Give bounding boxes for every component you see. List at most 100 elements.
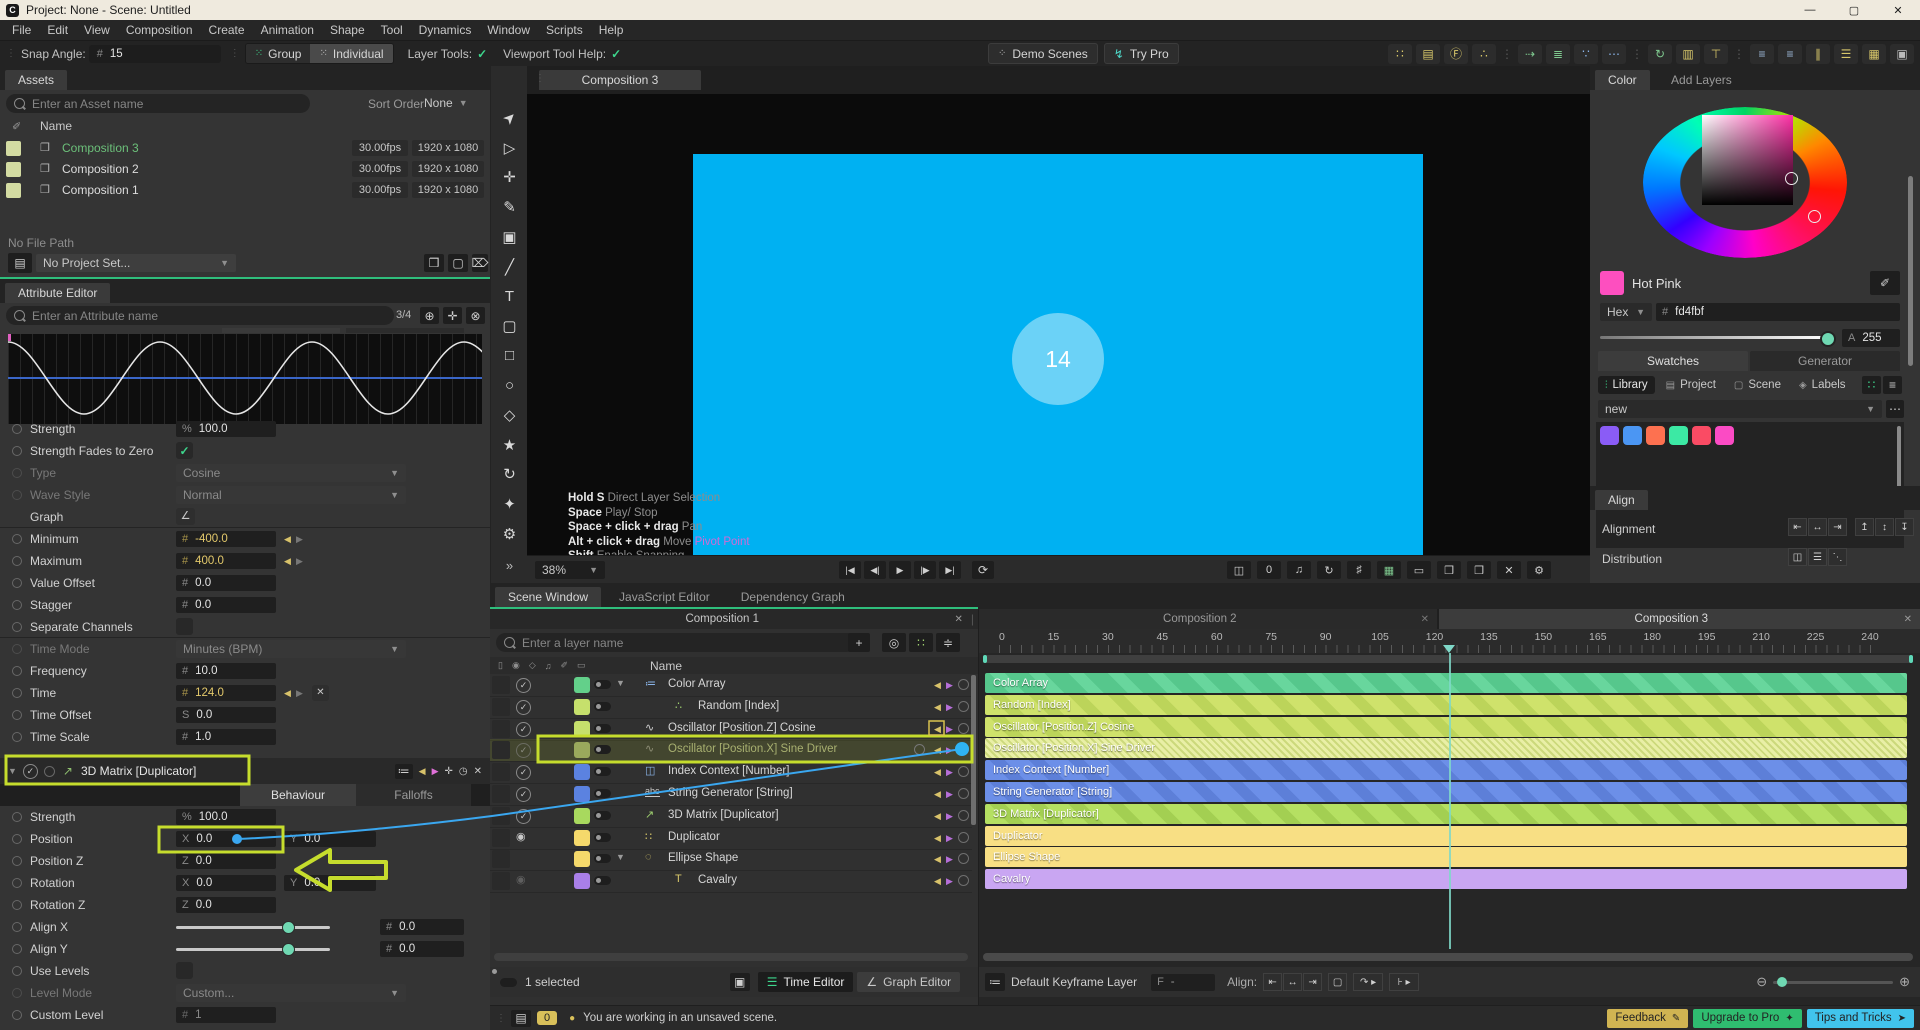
- keyframe-layer-icon[interactable]: ≔: [985, 973, 1005, 991]
- asset-color-swatch[interactable]: [6, 183, 21, 198]
- tool-pen-tool-icon[interactable]: ✎: [491, 195, 528, 219]
- layer-name[interactable]: Oscillator [Position.Z] Cosine: [668, 722, 816, 734]
- message-count-badge[interactable]: 0: [537, 1011, 558, 1025]
- layer-row[interactable]: ✓ ◫ Index Context [Number] ◀ ▶: [490, 761, 972, 785]
- ease-curve-button[interactable]: ↷ ▸: [1353, 973, 1384, 991]
- layer-toggle-icon[interactable]: [594, 810, 611, 820]
- attribute-dot-icon[interactable]: [12, 732, 22, 742]
- layer-color-swatch[interactable]: [574, 873, 590, 890]
- value-field[interactable]: #124.0: [176, 685, 276, 701]
- align-align-top-icon[interactable]: ↥: [1855, 518, 1874, 536]
- layer-row[interactable]: ✓ abc String Generator [String] ◀ ▶: [490, 783, 972, 806]
- layer-name[interactable]: Color Array: [668, 678, 726, 690]
- layer-toggle-icon[interactable]: [594, 680, 611, 689]
- menu-shape[interactable]: Shape: [322, 23, 373, 37]
- toolbar-trim-icon[interactable]: ⊤: [1704, 43, 1728, 64]
- layer-color-swatch[interactable]: [574, 786, 590, 802]
- tab-swatches[interactable]: Swatches: [1598, 351, 1748, 371]
- keyframe-circle-icon[interactable]: [958, 831, 969, 843]
- eyedropper-button[interactable]: ✐: [1870, 271, 1900, 295]
- stopwatch-icon[interactable]: ◷: [459, 766, 468, 777]
- toolbar-motion-path-icon[interactable]: ⇢: [1518, 43, 1542, 64]
- layer-color-swatch[interactable]: [574, 764, 590, 781]
- layer-row[interactable]: ▼ ◌ Ellipse Shape ◀ ▶: [490, 848, 972, 872]
- align-align-h-center-icon[interactable]: ↔: [1808, 518, 1827, 536]
- align-keys-right-button[interactable]: ⇥: [1303, 973, 1323, 991]
- panel-scrollbar[interactable]: [1908, 176, 1913, 366]
- toolbar-bars-icon[interactable]: ▥: [1676, 43, 1700, 64]
- clear-icon[interactable]: ⊗: [466, 307, 485, 324]
- value-field[interactable]: Z 0.0: [176, 853, 276, 869]
- tool-select-tool-icon[interactable]: ➤: [488, 96, 531, 139]
- layer-name[interactable]: Cavalry: [698, 874, 737, 886]
- transport-go-to-start-button[interactable]: |◀: [839, 561, 861, 579]
- keyframe-next-icon[interactable]: ▶: [296, 556, 303, 567]
- zoom-out-icon[interactable]: ⊖: [1756, 974, 1767, 990]
- saturation-value-square[interactable]: [1702, 115, 1793, 205]
- toolbar-grip[interactable]: ⋮: [6, 48, 16, 59]
- playbar-audio-icon[interactable]: ♫: [1287, 561, 1311, 579]
- slider-track[interactable]: [176, 948, 330, 951]
- selection-toggle-icon[interactable]: [500, 977, 517, 987]
- message-bubble-icon[interactable]: ▤: [511, 1009, 531, 1027]
- color-swatch[interactable]: [1669, 426, 1688, 445]
- dist-distribute-stack-icon[interactable]: ⋱: [1828, 548, 1847, 566]
- timeline-bar[interactable]: Random [Index]: [985, 694, 1907, 715]
- attribute-dot-icon[interactable]: [12, 710, 22, 720]
- dropdown[interactable]: Custom... ▼: [176, 984, 406, 1002]
- dropdown[interactable]: Minutes (BPM) ▼: [176, 640, 406, 658]
- add-group-icon[interactable]: ∷: [909, 633, 933, 652]
- snap-angle-field[interactable]: # 15: [88, 44, 221, 63]
- feedback-button[interactable]: Feedback ✎: [1607, 1008, 1689, 1028]
- attribute-dot-icon[interactable]: [12, 688, 22, 698]
- tab-add-layers[interactable]: Add Layers: [1658, 70, 1745, 90]
- color-swatch[interactable]: [1646, 426, 1665, 445]
- attribute-dot-icon[interactable]: [12, 856, 22, 866]
- eye-icon[interactable]: ◉: [512, 660, 520, 671]
- menu-edit[interactable]: Edit: [39, 23, 76, 37]
- try-pro-button[interactable]: ↯ Try Pro: [1103, 43, 1179, 64]
- tool-line-tool-icon[interactable]: ╱: [491, 255, 528, 279]
- timeline-bar[interactable]: 3D Matrix [Duplicator]: [985, 803, 1907, 824]
- keyframe-next-icon[interactable]: ▶: [946, 724, 953, 735]
- transport-step-back-button[interactable]: ◀|: [864, 561, 886, 579]
- swatch-scrollbar[interactable]: [1897, 426, 1901, 490]
- playbar-grid-snap-icon[interactable]: ▦: [1377, 561, 1401, 579]
- keyframe-circle-icon[interactable]: [958, 700, 969, 712]
- sv-selector[interactable]: [1785, 172, 1798, 185]
- slider-handle[interactable]: [282, 921, 295, 934]
- value-field-x[interactable]: X 0.0: [176, 875, 276, 891]
- timeline-bar[interactable]: Ellipse Shape: [985, 847, 1907, 868]
- tool-spiral-tool-icon[interactable]: ↻: [491, 462, 528, 486]
- viewport-canvas[interactable]: 14 Hold S Direct Layer Selection Space Pl…: [527, 94, 1590, 555]
- tool-sparkle-tool-icon[interactable]: ✦: [491, 492, 528, 516]
- attribute-dot-icon[interactable]: [12, 468, 22, 478]
- menu-window[interactable]: Window: [479, 23, 538, 37]
- attribute-dot-icon[interactable]: [12, 534, 22, 544]
- project-folder-icon[interactable]: ▤: [8, 253, 32, 273]
- list-options-icon[interactable]: ≔: [394, 763, 413, 779]
- demo-scenes-button[interactable]: ⁘ Demo Scenes: [988, 43, 1098, 64]
- project-set-dropdown[interactable]: No Project Set... ▼: [36, 254, 236, 272]
- layer-color-swatch[interactable]: [574, 851, 590, 868]
- tab-generator[interactable]: Generator: [1750, 351, 1900, 371]
- tab-behaviour[interactable]: Behaviour: [240, 784, 356, 806]
- keyframe-circle-icon[interactable]: [958, 853, 969, 865]
- layer-enabled-check-icon[interactable]: ✓: [516, 743, 531, 759]
- snap-keys-button[interactable]: ⊦ ▸: [1389, 973, 1420, 991]
- timeline-bar[interactable]: Index Context [Number]: [985, 760, 1907, 781]
- toolbar-rows-icon[interactable]: ☰: [1834, 43, 1858, 64]
- toolbar-grip[interactable]: ⋮: [1733, 47, 1745, 61]
- playbar-slate-icon[interactable]: ◫: [1227, 561, 1251, 579]
- layer-color-swatch[interactable]: [574, 720, 590, 737]
- value-field-y[interactable]: Y 0.0: [284, 875, 376, 891]
- layer-toggle-icon[interactable]: [594, 789, 611, 798]
- toolbar-dots-row-icon[interactable]: ⋯: [1602, 43, 1626, 64]
- attribute-dot-icon[interactable]: [12, 922, 22, 932]
- tab-color[interactable]: Color: [1595, 70, 1650, 90]
- timeline-bar[interactable]: Oscillator [Position.Z] Cosine: [985, 716, 1907, 737]
- lock-icon[interactable]: ▯: [498, 660, 503, 671]
- value-field[interactable]: % 100.0: [176, 421, 276, 437]
- swatch-set-dropdown[interactable]: new ▼: [1598, 400, 1882, 418]
- toolbar-camera-icon[interactable]: ▣: [1890, 43, 1914, 64]
